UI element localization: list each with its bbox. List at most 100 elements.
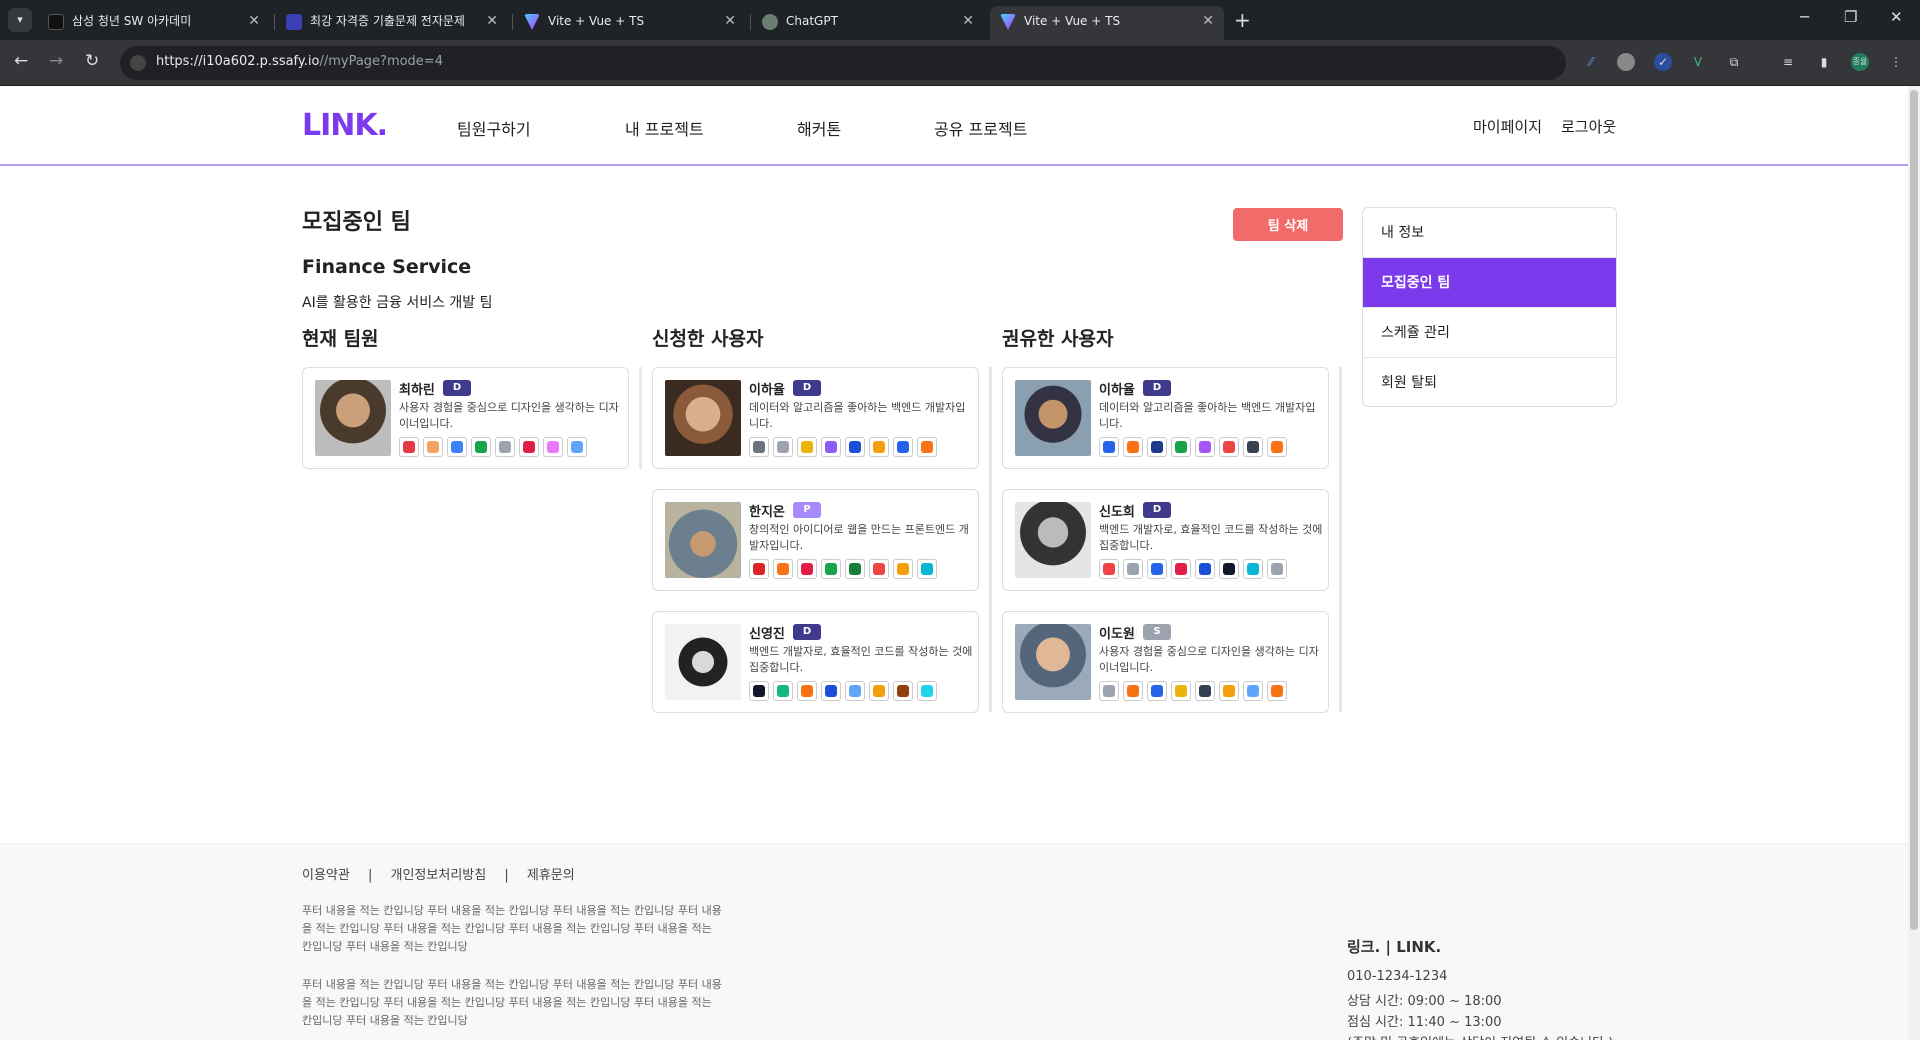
skill-icon — [1099, 437, 1119, 457]
member-description: 데이터와 알고리즘을 좋아하는 백엔드 개발자입니다. — [1099, 401, 1316, 430]
skill-icon — [749, 559, 769, 579]
member-card[interactable]: 한지온 P 창의적인 아이디어로 웹을 만드는 프론트엔드 개발자입니다. — [652, 489, 979, 591]
extension-circle-icon[interactable] — [1617, 53, 1635, 71]
member-description: 창의적인 아이디어로 웹을 만드는 프론트엔드 개발자입니다. — [749, 523, 969, 552]
side-menu-withdraw[interactable]: 회원 탈퇴 — [1363, 358, 1616, 406]
browser-tab-ssafy[interactable]: 삼성 청년 SW 아카데미 ✕ — [38, 6, 270, 40]
role-badge: P — [793, 502, 821, 518]
column-divider — [639, 367, 642, 469]
skill-icon — [869, 437, 889, 457]
avatar — [665, 380, 741, 456]
close-tab-icon[interactable]: ✕ — [724, 6, 736, 36]
page-scrollbar[interactable] — [1908, 86, 1920, 1040]
member-card[interactable]: 이하율 D 데이터와 알고리즘을 좋아하는 백엔드 개발자입니다. — [1002, 367, 1329, 469]
footer-separator: | — [504, 868, 509, 883]
skill-icon — [869, 559, 889, 579]
site-logo[interactable]: LINK. — [302, 108, 388, 143]
back-arrow-icon[interactable]: ← — [14, 51, 28, 71]
close-tab-icon[interactable]: ✕ — [486, 6, 498, 36]
nav-hackathon[interactable]: 해커톤 — [797, 116, 841, 140]
tab-search-button[interactable]: ▾ — [8, 8, 32, 32]
avatar — [1015, 502, 1091, 578]
mypage-link[interactable]: 마이페이지 — [1473, 116, 1542, 137]
member-card[interactable]: 이도원 S 사용자 경험을 중심으로 디자인을 생각하는 디자이너입니다. — [1002, 611, 1329, 713]
forward-arrow-icon[interactable]: → — [49, 51, 63, 71]
member-description: 데이터와 알고리즘을 좋아하는 백엔드 개발자입니다. — [749, 401, 966, 430]
close-tab-icon[interactable]: ✕ — [248, 6, 260, 36]
footer-terms-link[interactable]: 이용약관 — [302, 868, 350, 883]
member-description: 백엔드 개발자로, 효율적인 코드를 작성하는 것에 집중합니다. — [1099, 523, 1323, 552]
skill-icon — [1123, 681, 1143, 701]
nav-find-members[interactable]: 팀원구하기 — [457, 116, 531, 140]
side-menu-recruiting-team[interactable]: 모집중인 팀 — [1363, 258, 1616, 308]
minimize-icon[interactable]: ─ — [1800, 8, 1809, 26]
skill-list — [749, 681, 941, 701]
logout-link[interactable]: 로그아웃 — [1561, 116, 1616, 137]
member-card[interactable]: 최하린 D 사용자 경험을 중심으로 디자인을 생각하는 디자이너입니다. — [302, 367, 629, 469]
skill-icon — [1171, 681, 1191, 701]
reading-list-icon[interactable]: ≡ — [1779, 53, 1797, 71]
translate-extension-icon[interactable]: ⁄⁄ — [1582, 53, 1600, 71]
skill-icon — [1147, 681, 1167, 701]
footer-company-name: 링크. | LINK. — [1347, 938, 1442, 956]
avatar — [665, 502, 741, 578]
skill-icon — [917, 681, 937, 701]
skill-icon — [1147, 559, 1167, 579]
member-card[interactable]: 신영진 D 백엔드 개발자로, 효율적인 코드를 작성하는 것에 집중합니다. — [652, 611, 979, 713]
side-menu-my-info[interactable]: 내 정보 — [1363, 208, 1616, 258]
member-card[interactable]: 신도희 D 백엔드 개발자로, 효율적인 코드를 작성하는 것에 집중합니다. — [1002, 489, 1329, 591]
vue-devtools-icon[interactable]: V — [1689, 53, 1707, 71]
footer-note: (주말 및 공휴일에는 상담이 지연될 수 있습니다.) — [1347, 1032, 1613, 1040]
tab-separator — [274, 14, 275, 30]
tab-separator — [512, 14, 513, 30]
browser-menu-icon[interactable]: ⋮ — [1887, 53, 1905, 71]
site-info-icon[interactable] — [130, 55, 146, 71]
nav-my-projects[interactable]: 내 프로젝트 — [625, 116, 704, 140]
browser-tab-exam[interactable]: 최강 자격증 기출문제 전자문제 ✕ — [276, 6, 508, 40]
scrollbar-thumb[interactable] — [1910, 90, 1918, 930]
footer-partnership-link[interactable]: 제휴문의 — [527, 868, 575, 883]
close-window-icon[interactable]: ✕ — [1890, 8, 1903, 26]
url-input[interactable]: https://i10a602.p.ssafy.io//myPage?mode=… — [120, 46, 1566, 80]
side-panel-icon[interactable]: ▮ — [1815, 53, 1833, 71]
skill-list — [1099, 437, 1291, 457]
side-menu-schedule[interactable]: 스케쥴 관리 — [1363, 308, 1616, 358]
avatar — [1015, 624, 1091, 700]
skill-icon — [773, 437, 793, 457]
member-name: 이하율 — [1099, 383, 1135, 398]
current-members-heading: 현재 팀원 — [302, 328, 379, 350]
profile-avatar[interactable]: 종율 — [1851, 53, 1869, 71]
skill-icon — [749, 681, 769, 701]
extensions-puzzle-icon[interactable]: ⧉ — [1725, 53, 1743, 71]
skill-list — [1099, 681, 1291, 701]
skill-icon — [1243, 681, 1263, 701]
footer-phone: 010-1234-1234 — [1347, 969, 1448, 984]
browser-tab-vite-1[interactable]: Vite + Vue + TS ✕ — [514, 6, 746, 40]
site-footer: 이용약관 | 개인정보처리방침 | 제휴문의 푸터 내용을 적는 칸입니당 푸터… — [0, 843, 1920, 1040]
extension-check-icon[interactable]: ✓ — [1654, 53, 1672, 71]
skill-icon — [749, 437, 769, 457]
skill-icon — [1243, 437, 1263, 457]
skill-icon — [797, 681, 817, 701]
member-name: 신영진 — [749, 627, 785, 642]
url-host: https://i10a602.p.ssafy.io — [156, 54, 320, 69]
restore-icon[interactable]: ❐ — [1844, 8, 1857, 26]
reload-icon[interactable]: ↻ — [85, 51, 99, 71]
new-tab-icon[interactable]: + — [1234, 6, 1251, 34]
invited-users-heading: 권유한 사용자 — [1002, 328, 1114, 350]
browser-tab-chatgpt[interactable]: ChatGPT ✕ — [752, 6, 984, 40]
tab-title: 삼성 청년 SW 아카데미 — [72, 14, 192, 28]
browser-tab-vite-active[interactable]: Vite + Vue + TS ✕ — [990, 6, 1224, 40]
vite-favicon-icon — [524, 14, 540, 30]
page-title: 모집중인 팀 — [302, 210, 411, 235]
close-tab-icon[interactable]: ✕ — [962, 6, 974, 36]
avatar — [315, 380, 391, 456]
skill-icon — [543, 437, 563, 457]
member-card[interactable]: 이하율 D 데이터와 알고리즘을 좋아하는 백엔드 개발자입니다. — [652, 367, 979, 469]
tab-title: 최강 자격증 기출문제 전자문제 — [310, 14, 465, 28]
delete-team-button[interactable]: 팀 삭제 — [1233, 208, 1343, 241]
close-tab-icon[interactable]: ✕ — [1202, 6, 1214, 36]
footer-privacy-link[interactable]: 개인정보처리방침 — [391, 868, 487, 883]
nav-shared-projects[interactable]: 공유 프로젝트 — [934, 116, 1027, 140]
url-text: https://i10a602.p.ssafy.io//myPage?mode=… — [156, 54, 443, 69]
